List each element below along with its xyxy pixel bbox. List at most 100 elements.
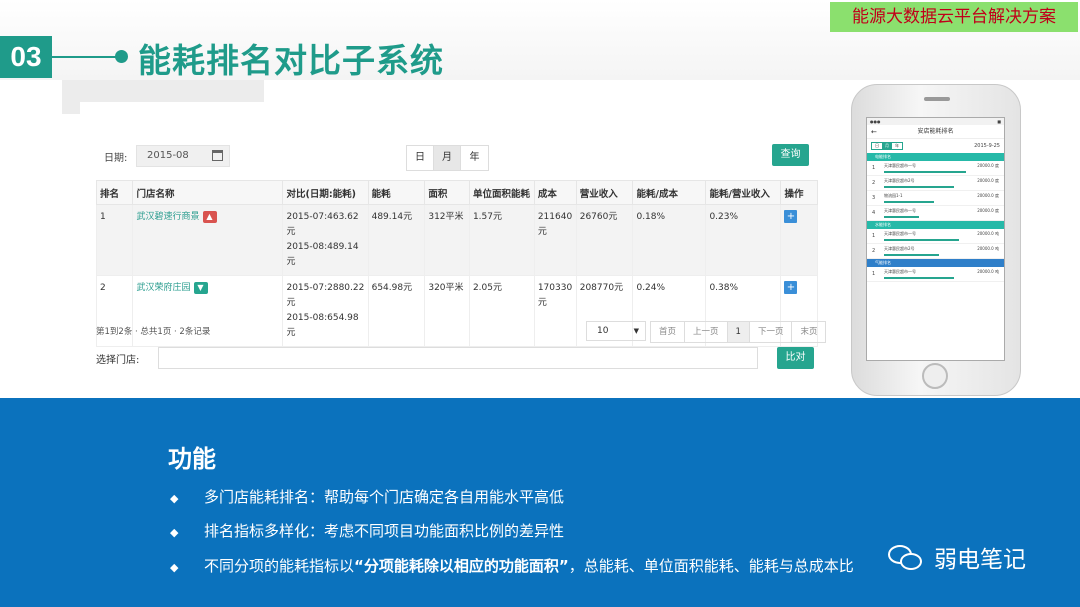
phone-list-item[interactable]: 3 物流园1-1 20000.0 度 (867, 191, 1004, 206)
phone-item-rank: 1 (872, 165, 876, 171)
phone-screen: ●●● ■ ← 安店能耗排名 日 月 年 2015-9-25 电能排名 1 天津惠民超… (866, 117, 1005, 361)
tab-day[interactable]: 日 (407, 146, 434, 170)
phone-item-rank: 4 (872, 210, 876, 216)
section-number: 03 (0, 36, 52, 78)
compare-curr: 2015-08:654.98元 (286, 313, 359, 338)
pager-current[interactable]: 1 (727, 322, 750, 342)
compare-prev: 2015-07:463.62元 (286, 212, 359, 237)
feature-item: ◆ 不同分项的能耗指标以“分项能耗除以相应的功能面积”，总能耗、单位面积能耗、能耗… (170, 555, 854, 576)
cell-cost: 170330元 (533, 275, 577, 347)
period-segment: 日 月 年 (406, 145, 489, 171)
cell-energy-revenue: 0.23% (705, 204, 782, 276)
store-select-input[interactable] (158, 347, 758, 369)
phone-segment-row: 日 月 年 2015-9-25 (867, 139, 1004, 153)
pagination-info: 第1到2条 · 总共1页 · 2条记录 (96, 327, 211, 337)
feature-item: ◆ 多门店能耗排名：帮助每个门店确定各自用能水平高低 (170, 486, 564, 507)
add-icon[interactable]: + (784, 210, 798, 223)
back-arrow-icon[interactable]: ← (871, 125, 877, 139)
phone-list-item[interactable]: 1 天津惠民超市一号 20000.0 度 (867, 161, 1004, 176)
phone-group-header[interactable]: 气能排名 (867, 259, 1004, 267)
page-size-value: 10 (597, 326, 609, 336)
compare-button[interactable]: 比对 (777, 347, 814, 369)
phone-item-bar (884, 186, 954, 188)
diamond-bullet-icon: ◆ (170, 561, 179, 574)
diamond-bullet-icon: ◆ (170, 526, 179, 539)
add-icon[interactable]: + (784, 281, 798, 294)
phone-item-bar (884, 171, 966, 173)
wechat-icon (886, 541, 926, 573)
phone-list-item[interactable]: 1 天津惠民超市一号 20000.0 吨 (867, 229, 1004, 244)
cell-unit-energy: 2.05元 (468, 275, 535, 347)
section-connector-line (52, 56, 117, 58)
features-title: 功能 (168, 445, 216, 473)
features-panel: 功能 ◆ 多门店能耗排名：帮助每个门店确定各自用能水平高低 ◆ 排名指标多样化：考虑… (0, 398, 1080, 607)
home-button (922, 363, 948, 389)
col-energy: 能耗 (367, 180, 426, 205)
caret-down-icon: ▼ (633, 327, 639, 335)
phone-list-item[interactable]: 4 天津惠民超市一号 20000.0 度 (867, 206, 1004, 221)
phone-tab-month[interactable]: 月 (882, 143, 892, 149)
phone-list-item[interactable]: 2 天津惠民超市2号 20000.0 度 (867, 176, 1004, 191)
pager-prev[interactable]: 上一页 (685, 322, 728, 342)
date-input[interactable]: 2015-08 (136, 145, 230, 167)
cell-compare: 2015-07:2880.22元 2015-08:654.98元 (282, 275, 369, 347)
phone-item-bar (884, 254, 939, 256)
col-energy-revenue: 能耗/营业收入 (705, 180, 782, 205)
page-size-select[interactable]: 10 ▼ (586, 321, 646, 341)
phone-item-name: 物流园1-1 (884, 193, 903, 198)
app-screenshot: 日期: 2015-08 日 月 年 查询 排名 门店名称 对比(日期:能耗) 能… (80, 102, 840, 382)
phone-mockup: ●●● ■ ← 安店能耗排名 日 月 年 2015-9-25 电能排名 1 天津惠民超… (851, 84, 1021, 396)
cell-revenue: 26760元 (575, 204, 634, 276)
phone-item-rank: 2 (872, 248, 876, 254)
pager-next[interactable]: 下一页 (750, 322, 793, 342)
store-link[interactable]: 武汉碧速行商景 (136, 212, 199, 222)
compare-prev: 2015-07:2880.22元 (286, 283, 365, 308)
phone-list-item[interactable]: 2 天津惠民超市2号 20000.0 吨 (867, 244, 1004, 259)
phone-group-header[interactable]: 水能排名 (867, 221, 1004, 229)
pager: 首页 上一页 1 下一页 末页 (650, 321, 827, 343)
store-link[interactable]: 武汉荣府庄园 (136, 283, 190, 293)
store-select-label: 选择门店: (96, 355, 140, 366)
date-label: 日期: (104, 153, 128, 164)
phone-item-rank: 2 (872, 180, 876, 186)
tab-year[interactable]: 年 (461, 146, 488, 170)
watermark-text: 弱电笔记 (934, 547, 1026, 573)
col-energy-cost: 能耗/成本 (632, 180, 707, 205)
phone-tab-day[interactable]: 日 (872, 143, 882, 149)
col-rank[interactable]: 排名 (95, 180, 134, 205)
cell-unit-energy: 1.57元 (468, 204, 535, 276)
calendar-icon[interactable] (212, 150, 223, 161)
cell-area: 320平米 (424, 275, 470, 347)
phone-list-item[interactable]: 1 天津惠民超市一号 20000.0 吨 (867, 267, 1004, 282)
tab-month[interactable]: 月 (434, 146, 461, 170)
pager-last[interactable]: 末页 (792, 322, 825, 342)
cell-energy: 654.98元 (367, 275, 426, 347)
col-unit-energy: 单位面积能耗 (468, 180, 535, 205)
phone-item-name: 天津惠民超市一号 (884, 231, 916, 236)
pager-first[interactable]: 首页 (651, 322, 686, 342)
phone-earpiece (924, 97, 950, 101)
cell-action: + (780, 204, 818, 276)
phone-item-value: 20000.0 吨 (977, 231, 999, 236)
phone-item-bar (884, 201, 934, 203)
query-button[interactable]: 查询 (772, 144, 809, 166)
feature-text: 多门店能耗排名：帮助每个门店确定各自用能水平高低 (204, 488, 565, 506)
col-compare: 对比(日期:能耗) (282, 180, 369, 205)
phone-item-rank: 1 (872, 271, 876, 277)
compare-curr: 2015-08:489.14元 (286, 242, 359, 267)
feature-highlight: “分项能耗除以相应的功能面积” (354, 557, 569, 575)
phone-item-bar (884, 239, 959, 241)
phone-tab-year[interactable]: 年 (892, 143, 902, 149)
cell-rank: 1 (95, 204, 134, 276)
trend-down-icon: ▼ (193, 281, 208, 294)
phone-item-value: 20000.0 吨 (977, 269, 999, 274)
col-area: 面积 (424, 180, 470, 205)
phone-group-header[interactable]: 电能排名 (867, 153, 1004, 161)
cell-compare: 2015-07:463.62元 2015-08:489.14元 (282, 204, 369, 276)
watermark: 弱电笔记 (886, 538, 1056, 576)
phone-item-rank: 1 (872, 233, 876, 239)
col-revenue: 营业收入 (575, 180, 634, 205)
phone-item-rank: 3 (872, 195, 876, 201)
phone-item-value: 20000.0 度 (977, 178, 999, 183)
diamond-bullet-icon: ◆ (170, 492, 179, 505)
